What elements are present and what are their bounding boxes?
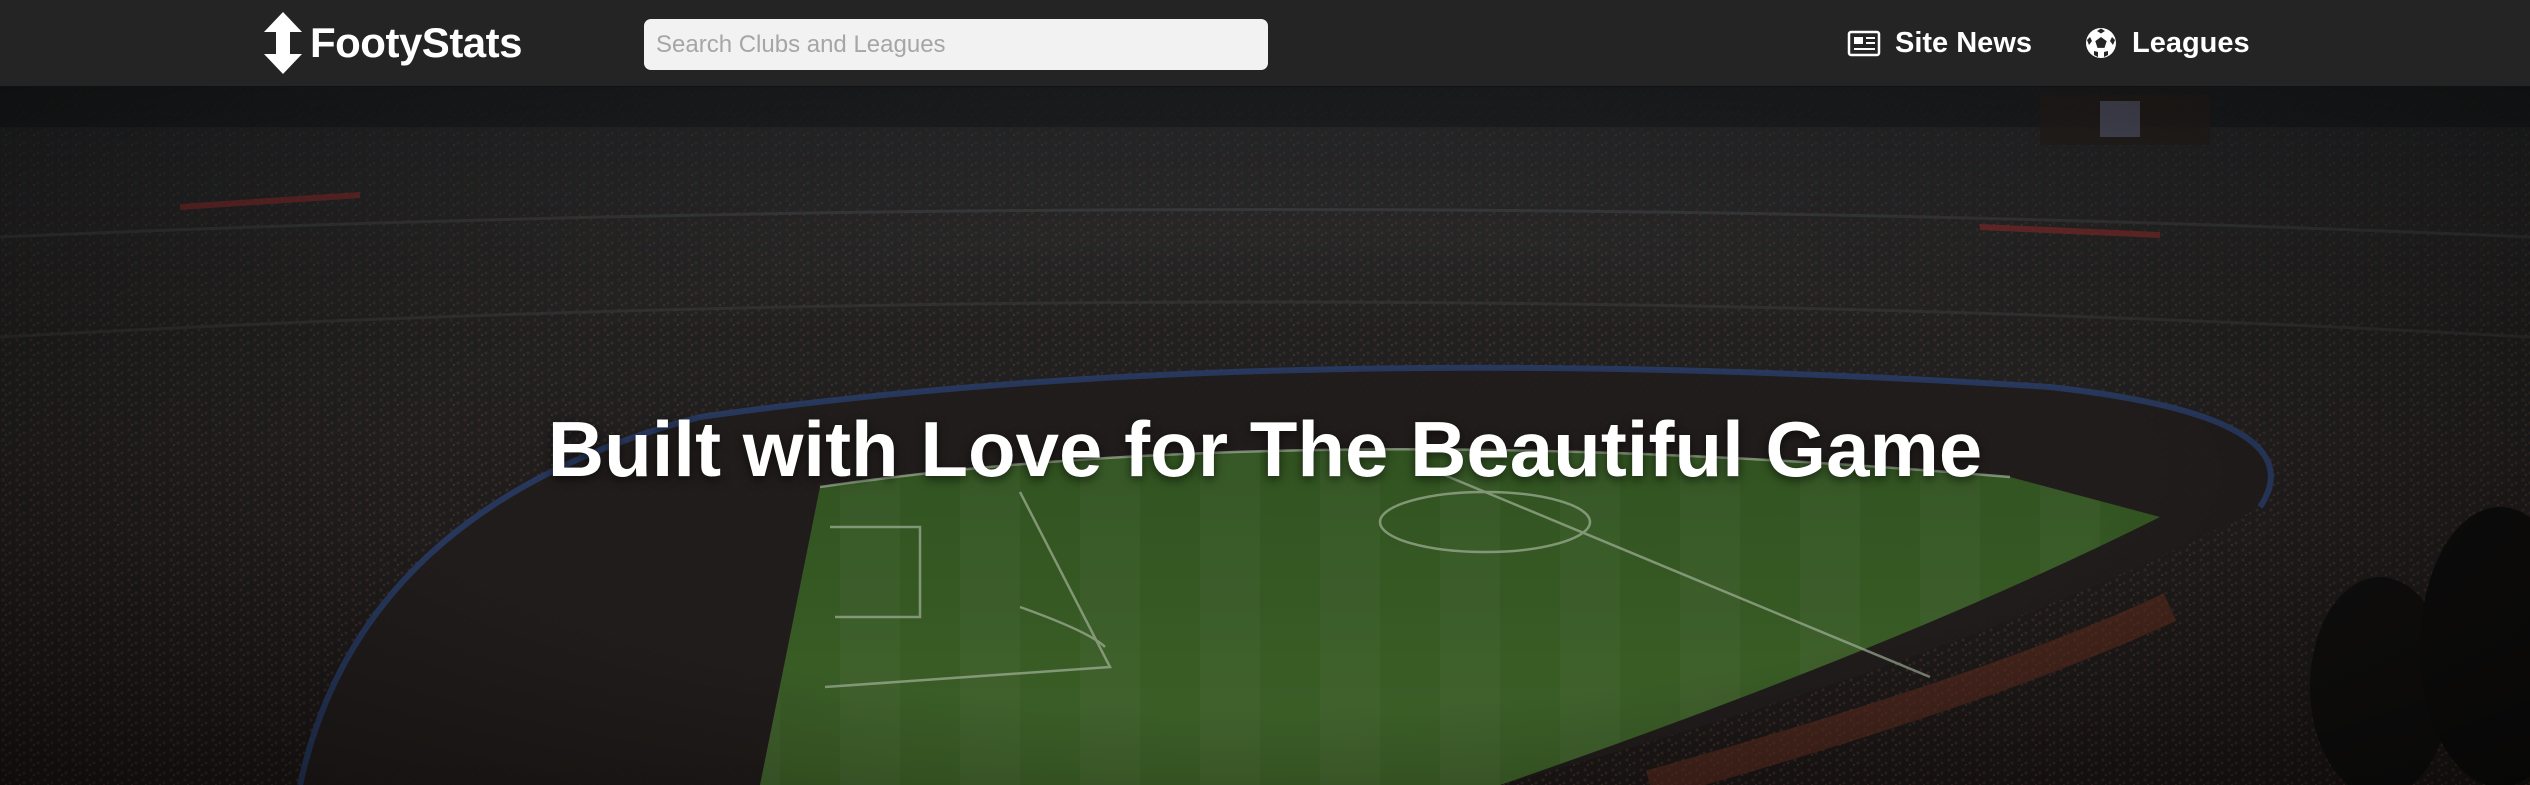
- nav-leagues-label: Leagues: [2132, 26, 2250, 59]
- up-down-arrow-icon: [264, 12, 302, 74]
- hero-title: Built with Love for The Beautiful Game: [547, 405, 1983, 493]
- logo-text: FootyStats: [310, 19, 523, 66]
- hero-banner: Built with Love for The Beautiful Game: [0, 87, 2530, 785]
- nav-site-news-label: Site News: [1895, 26, 2032, 59]
- newspaper-icon: [1847, 30, 1881, 57]
- nav-leagues[interactable]: Leagues: [2084, 19, 2250, 67]
- soccer-ball-icon: [2086, 28, 2116, 58]
- footystats-logo[interactable]: FootyStats: [262, 12, 523, 74]
- nav-site-news[interactable]: Site News: [1847, 19, 2032, 67]
- top-navigation-bar: FootyStats Site News Leagues: [0, 0, 2530, 87]
- search-input[interactable]: [644, 19, 1268, 70]
